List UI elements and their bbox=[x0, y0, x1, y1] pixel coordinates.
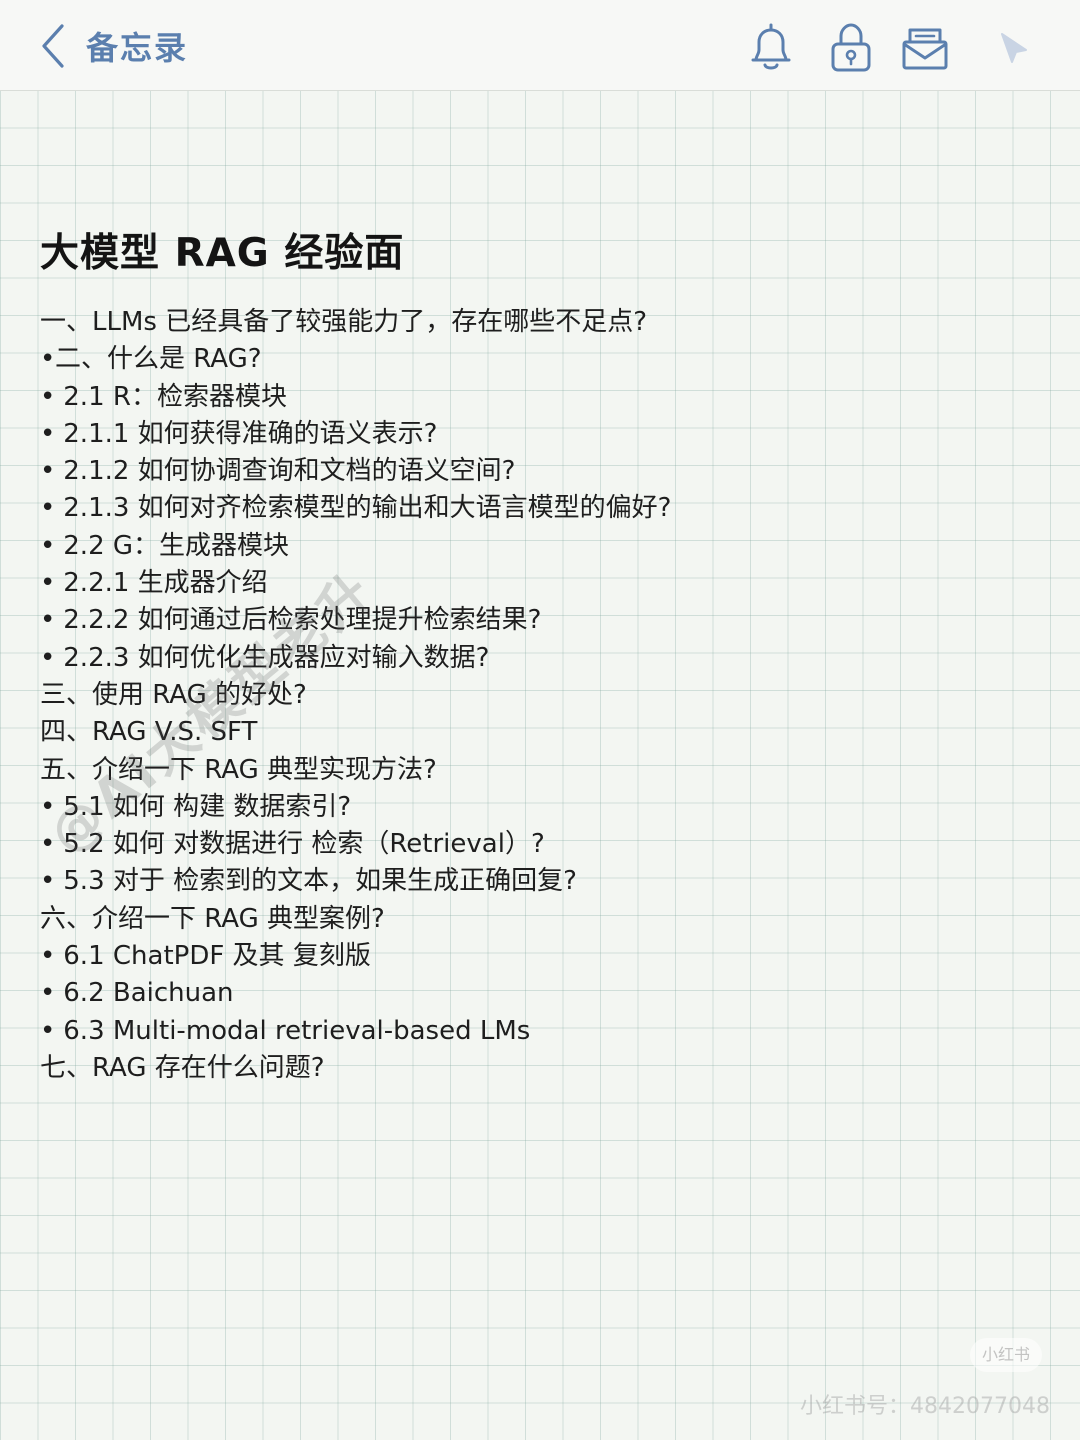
bullet-mark: • bbox=[40, 642, 56, 673]
toc-item: • 2.1.3 如何对齐检索模型的输出和大语言模型的偏好? bbox=[40, 490, 1040, 527]
toc-item: 六、介绍一下 RAG 典型案例? bbox=[40, 901, 1040, 938]
toc-item-text: 2.2 G：生成器模块 bbox=[55, 530, 290, 561]
toc-item: • 2.1.1 如何获得准确的语义表示? bbox=[40, 416, 1040, 453]
toc-item-text: 一、LLMs 已经具备了较强能力了，存在哪些不足点? bbox=[40, 307, 648, 337]
toc-item: • 6.2 Baichuan bbox=[40, 975, 1040, 1012]
toc-item: • 2.2.2 如何通过后检索处理提升检索结果? bbox=[40, 602, 1040, 639]
toc-item-text: 2.1 R：检索器模块 bbox=[55, 381, 287, 412]
bullet-mark: • bbox=[40, 418, 56, 449]
bullet-mark: • bbox=[40, 941, 56, 972]
toc-item: • 5.1 如何 构建 数据索引? bbox=[40, 789, 1040, 826]
chevron-left-icon bbox=[40, 23, 66, 69]
top-toolbar: 备忘录 bbox=[0, 0, 1080, 91]
toc-item: • 6.3 Multi-modal retrieval-based LMs bbox=[40, 1013, 1040, 1050]
bullet-mark: • bbox=[40, 568, 56, 599]
xiaohongshu-badge-watermark: 小红书 bbox=[970, 1338, 1042, 1372]
toc-item: •二、什么是 RAG? bbox=[40, 341, 1040, 378]
toc-item-text: 二、什么是 RAG? bbox=[55, 344, 262, 375]
back-button[interactable]: 备忘录 bbox=[40, 20, 188, 72]
toc-item: • 2.1 R：检索器模块 bbox=[40, 379, 1040, 416]
bullet-mark: • bbox=[40, 605, 56, 636]
back-label: 备忘录 bbox=[86, 29, 189, 67]
toc-item-text: 六、介绍一下 RAG 典型案例? bbox=[40, 903, 385, 934]
toc-item-text: 2.1.2 如何协调查询和文档的语义空间? bbox=[55, 456, 516, 487]
toc-item-text: 5.2 如何 对数据进行 检索（Retrieval）? bbox=[55, 829, 545, 860]
cursor-icon[interactable] bbox=[996, 20, 1046, 74]
toc-item: • 5.3 对于 检索到的文本，如果生成正确回复? bbox=[40, 863, 1040, 900]
toc-item-text: 2.1.1 如何获得准确的语义表示? bbox=[55, 418, 438, 449]
bullet-mark: • bbox=[40, 456, 56, 487]
toc-item: • 5.2 如何 对数据进行 检索（Retrieval）? bbox=[40, 826, 1040, 863]
toc-item-text: 5.3 对于 检索到的文本，如果生成正确回复? bbox=[55, 866, 577, 897]
mail-icon[interactable] bbox=[900, 20, 950, 74]
note-body[interactable]: 大模型 RAG 经验面 一、LLMs 已经具备了较强能力了，存在哪些不足点? •二… bbox=[40, 210, 1040, 1087]
bullet-mark: • bbox=[40, 978, 56, 1009]
toc-item: • 2.2.3 如何优化生成器应对输入数据? bbox=[40, 640, 1040, 677]
toc-item-text: 2.1.3 如何对齐检索模型的输出和大语言模型的偏好? bbox=[55, 493, 672, 524]
toc-item: • 2.2.1 生成器介绍 bbox=[40, 565, 1040, 602]
bullet-mark: • bbox=[40, 530, 56, 561]
bell-icon[interactable] bbox=[746, 20, 796, 74]
toc-item: • 2.1.2 如何协调查询和文档的语义空间? bbox=[40, 453, 1040, 490]
toc-item: 七、RAG 存在什么问题? bbox=[40, 1050, 1040, 1087]
bullet-mark: • bbox=[40, 493, 56, 524]
bullet-mark: • bbox=[40, 866, 56, 897]
toc-item-text: 七、RAG 存在什么问题? bbox=[40, 1052, 325, 1083]
bullet-mark: • bbox=[40, 1015, 56, 1046]
bullet-mark: • bbox=[40, 344, 56, 375]
toc-item-text: 6.1 ChatPDF 及其 复刻版 bbox=[55, 941, 371, 972]
xiaohongshu-id-watermark: 小红书号：4842077048 bbox=[800, 1394, 1050, 1419]
toc-item: • 6.1 ChatPDF 及其 复刻版 bbox=[40, 938, 1040, 975]
toc-item-text: 2.2.1 生成器介绍 bbox=[55, 568, 268, 599]
bullet-mark: • bbox=[40, 381, 56, 412]
toc-item-text: 6.2 Baichuan bbox=[55, 978, 234, 1009]
toc-item-text: 6.3 Multi-modal retrieval-based LMs bbox=[55, 1015, 531, 1046]
toc-item: 一、LLMs 已经具备了较强能力了，存在哪些不足点? bbox=[40, 304, 1040, 341]
lock-icon[interactable] bbox=[826, 20, 876, 74]
toc-item: • 2.2 G：生成器模块 bbox=[40, 528, 1040, 565]
note-title: 大模型 RAG 经验面 bbox=[40, 231, 405, 276]
